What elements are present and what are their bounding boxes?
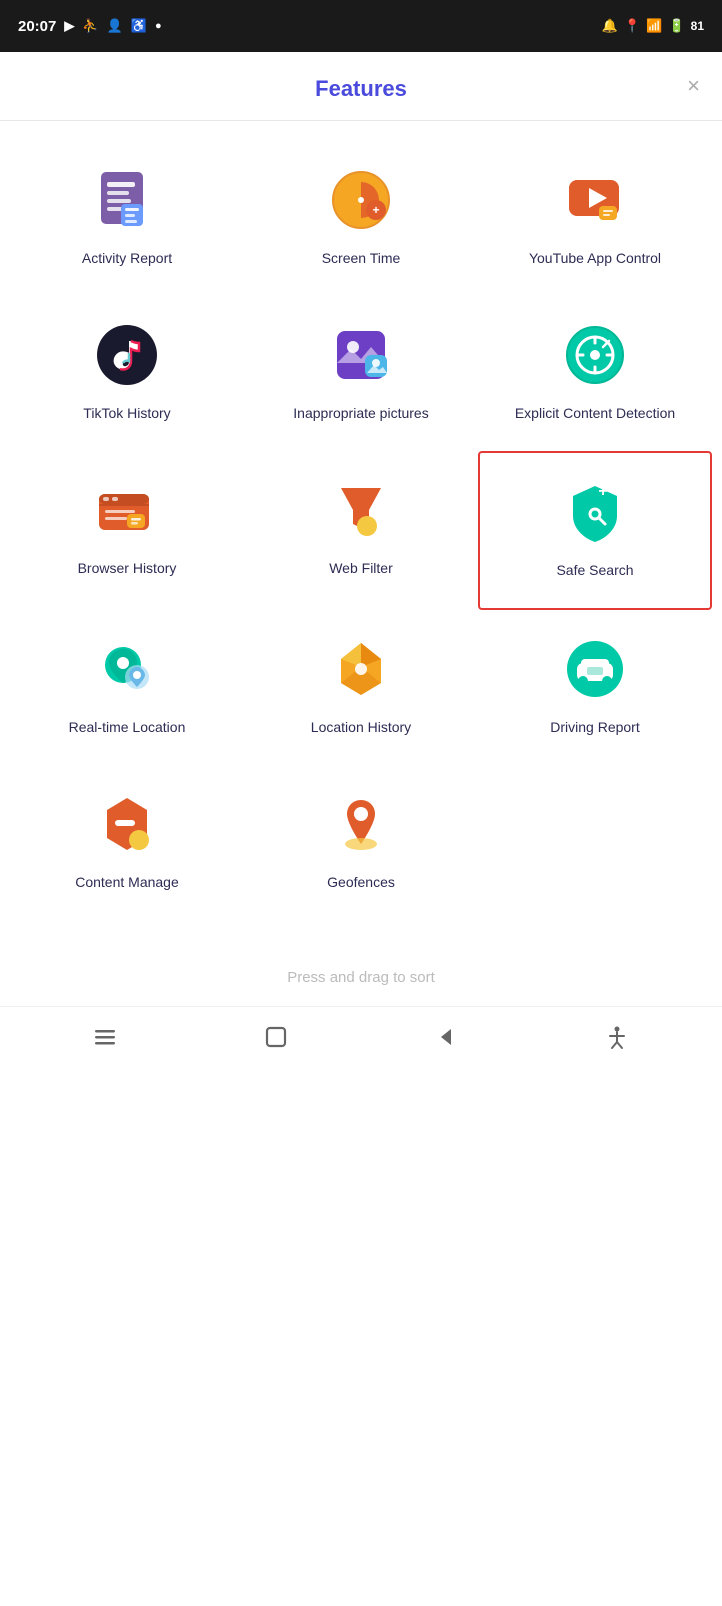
activity-report-icon [92, 165, 162, 235]
driving-report-icon [560, 634, 630, 704]
content-manage-icon [92, 789, 162, 859]
browser-history-label: Browser History [78, 559, 177, 578]
features-header: Features × [0, 52, 722, 121]
feature-inappropriate-pictures[interactable]: Inappropriate pictures [244, 296, 478, 451]
youtube-app-control-label: YouTube App Control [529, 249, 661, 268]
safe-search-label: Safe Search [556, 561, 633, 580]
status-time: 20:07 ▶ ⛹ 👤 ♿ ● [18, 18, 162, 35]
sort-hint: Press and drag to sort [0, 939, 722, 1006]
bottom-navigation [0, 1006, 722, 1066]
geofences-icon [326, 789, 396, 859]
feature-geofences[interactable]: Geofences [244, 765, 478, 920]
feature-content-manage[interactable]: Content Manage [10, 765, 244, 920]
feature-youtube-app-control[interactable]: YouTube App Control [478, 141, 712, 296]
web-filter-label: Web Filter [329, 559, 393, 578]
feature-driving-report[interactable]: Driving Report [478, 610, 712, 765]
geofences-label: Geofences [327, 873, 395, 892]
explicit-content-detection-icon [560, 320, 630, 390]
status-bar: 20:07 ▶ ⛹ 👤 ♿ ● 🔔 📍 📶 🔋 81 [0, 0, 722, 52]
tiktok-history-icon [92, 320, 162, 390]
feature-realtime-location[interactable]: Real-time Location [10, 610, 244, 765]
svg-text:+: + [372, 203, 379, 217]
nav-menu-icon[interactable] [91, 1023, 119, 1051]
svg-text:+: + [598, 483, 607, 500]
feature-activity-report[interactable]: Activity Report [10, 141, 244, 296]
nav-accessibility-icon[interactable] [603, 1023, 631, 1051]
feature-browser-history[interactable]: Browser History [10, 451, 244, 610]
inappropriate-pictures-label: Inappropriate pictures [293, 404, 428, 423]
safe-search-icon: + [560, 477, 630, 547]
nav-back-icon[interactable] [432, 1023, 460, 1051]
feature-explicit-content-detection[interactable]: Explicit Content Detection [478, 296, 712, 451]
mute-icon: 🔔 [602, 18, 618, 34]
features-grid: Activity Report + Screen Time [0, 121, 722, 939]
time: 20:07 [18, 18, 56, 35]
feature-location-history[interactable]: Location History [244, 610, 478, 765]
screen-time-icon: + [326, 165, 396, 235]
screen-time-label: Screen Time [322, 249, 401, 268]
close-button[interactable]: × [687, 73, 700, 99]
battery-level: 81 [691, 19, 704, 33]
feature-tiktok-history[interactable]: TikTok History [10, 296, 244, 451]
feature-screen-time[interactable]: + Screen Time [244, 141, 478, 296]
accessibility-icon: ♿ [131, 18, 147, 34]
status-indicators: 🔔 📍 📶 🔋 81 [602, 18, 704, 34]
web-filter-icon [326, 475, 396, 545]
content-manage-label: Content Manage [75, 873, 179, 892]
driving-report-label: Driving Report [550, 718, 639, 737]
wifi-icon: 📶 [646, 18, 662, 34]
battery-icon: 🔋 [668, 18, 684, 34]
page-title: Features [315, 76, 407, 102]
browser-history-icon [92, 475, 162, 545]
location-icon: 📍 [624, 18, 640, 34]
feature-safe-search[interactable]: + Safe Search [478, 451, 712, 610]
social-icon: ⛹ [82, 18, 98, 34]
realtime-location-icon [92, 634, 162, 704]
explicit-content-detection-label: Explicit Content Detection [515, 404, 675, 423]
inappropriate-pictures-icon [326, 320, 396, 390]
dot-icon: ● [155, 20, 162, 32]
youtube-app-control-icon [560, 165, 630, 235]
youtube-notif-icon: ▶ [64, 18, 74, 34]
location-history-label: Location History [311, 718, 411, 737]
nav-home-icon[interactable] [262, 1023, 290, 1051]
tiktok-history-label: TikTok History [83, 404, 170, 423]
activity-report-label: Activity Report [82, 249, 172, 268]
location-history-icon [326, 634, 396, 704]
feature-web-filter[interactable]: Web Filter [244, 451, 478, 610]
person-icon: 👤 [107, 18, 123, 34]
realtime-location-label: Real-time Location [69, 718, 186, 737]
